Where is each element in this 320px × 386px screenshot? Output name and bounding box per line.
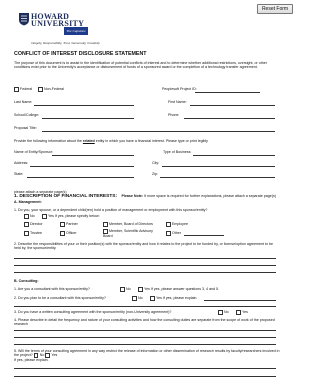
section-b-q5-line-2[interactable]	[14, 376, 276, 377]
role-trustee-checkbox[interactable]	[24, 231, 29, 236]
role-employee[interactable]: Employee	[166, 222, 188, 227]
business-type-input[interactable]	[193, 155, 275, 156]
section-b-q1: 1. Are you a consultant with this sponso…	[14, 287, 90, 291]
section-a-q2-line-3[interactable]	[14, 272, 276, 273]
section1-heading: 1. DESCRIPTION OF FINANCIAL INTERESTS:	[14, 194, 118, 199]
section-b-q1-no-checkbox[interactable]	[120, 287, 125, 292]
business-type-label: Type of Business:	[163, 150, 192, 154]
address-label: Address:	[14, 161, 29, 165]
section-b-q3-no[interactable]: No	[218, 310, 229, 315]
section-a-q2: 2. Describe the responsibilities of your…	[14, 242, 274, 251]
entity-intro: Provide the following information about …	[14, 139, 208, 143]
role-director-checkbox[interactable]	[24, 222, 29, 227]
section-b-q5-yes: Yes	[51, 353, 58, 358]
section-b-q2: 2. Do you plan to be a consultant with t…	[14, 296, 106, 300]
section-b-q4-line-1[interactable]	[14, 330, 276, 331]
section-b-q3-no-checkbox[interactable]	[218, 310, 223, 315]
zip-input[interactable]	[160, 177, 275, 178]
role-board-member[interactable]: Member, Board of Directors	[103, 222, 153, 227]
reset-form-button[interactable]: Reset Form	[257, 4, 293, 14]
section-a-q1-yes[interactable]: Yes If yes, please specify below:	[42, 214, 100, 219]
proposal-title-label: Proposal Title:	[14, 126, 37, 130]
role-other-input[interactable]	[184, 235, 224, 236]
last-name-input[interactable]	[34, 105, 134, 106]
page-title: CONFLICT OF INTEREST DISCLOSURE STATEMEN…	[14, 51, 147, 57]
first-name-label: First Name:	[168, 100, 187, 104]
section-a-q2-line-1[interactable]	[14, 258, 276, 259]
section-b-q1-no[interactable]: No	[120, 287, 131, 292]
address-input[interactable]	[30, 166, 134, 167]
section-b-q5-line-1[interactable]	[14, 368, 276, 369]
section-b-q2-no[interactable]: No	[132, 296, 143, 301]
section-a-q1: 1. Do you, your spouse, or a dependent c…	[14, 208, 208, 212]
state-label: State:	[14, 172, 24, 176]
role-officer-checkbox[interactable]	[60, 231, 65, 236]
section-b-q2-line[interactable]	[14, 306, 276, 307]
federal-option[interactable]: Federal	[14, 87, 32, 92]
school-input[interactable]	[42, 118, 134, 119]
section1-note-label: Please Note:	[121, 194, 144, 198]
project-id-input[interactable]	[195, 92, 260, 93]
section-b-q2-input[interactable]	[204, 300, 276, 301]
section-b-q4-line-2[interactable]	[14, 337, 276, 338]
section-a-label: A. Management:	[14, 200, 42, 204]
federal-checkbox[interactable]	[14, 87, 19, 92]
section-a-q1-no-checkbox[interactable]	[24, 214, 29, 219]
purpose-paragraph: The purpose of this document is to assis…	[14, 61, 267, 70]
last-name-label: Last Name:	[14, 100, 33, 104]
section-b-q3-yes[interactable]: Yes	[236, 310, 248, 315]
nonfederal-label: Non-Federal	[44, 87, 64, 92]
section-b-q2-yes-checkbox[interactable]	[150, 296, 155, 301]
entity-name-label: Name of Entity/Sponsor:	[14, 150, 53, 154]
nonfederal-option[interactable]: Non-Federal	[38, 87, 64, 92]
city-input[interactable]	[162, 166, 275, 167]
section-b-q2-no-checkbox[interactable]	[132, 296, 137, 301]
section-b-q4: 4. Please describe in detail the frequen…	[14, 318, 275, 327]
role-trustee[interactable]: Trustee	[24, 231, 42, 236]
phone-label: Phone:	[168, 113, 180, 117]
role-partner-checkbox[interactable]	[60, 222, 65, 227]
city-label: City:	[152, 161, 160, 165]
section-b-q3-yes-checkbox[interactable]	[236, 310, 241, 315]
section1-note: If more space is required for further ex…	[143, 194, 276, 198]
section-b-q2-yes[interactable]: Yes If yes, please explain.	[150, 296, 197, 301]
section-b-q5-tail: If yes, please explain.	[14, 358, 49, 362]
phone-input[interactable]	[184, 118, 275, 119]
university-seal-icon	[19, 13, 29, 26]
role-officer[interactable]: Officer	[60, 231, 77, 236]
role-board-member-checkbox[interactable]	[103, 222, 108, 227]
section-b-q3: 3. Do you have a written consulting agre…	[14, 310, 172, 314]
zip-label: Zip:	[152, 172, 158, 176]
section-b-q1-yes[interactable]: Yes If yes, please answer questions 3, 4…	[138, 287, 219, 292]
proposal-title-input[interactable]	[42, 131, 275, 132]
section-a-q2-line-2[interactable]	[14, 265, 276, 266]
section-a-q1-yes-checkbox[interactable]	[42, 214, 47, 219]
role-other[interactable]: Other	[166, 231, 181, 236]
section-b-q4-line-3[interactable]	[14, 344, 276, 345]
state-input[interactable]	[27, 177, 134, 178]
section-a-q1-no[interactable]: No	[24, 214, 35, 219]
role-other-checkbox[interactable]	[166, 231, 171, 236]
capstone-banner: The Capstone	[64, 27, 88, 35]
tagline: Integrity, Responsibility, Trust, Genero…	[31, 41, 100, 45]
role-partner[interactable]: Partner	[60, 222, 78, 227]
section-b-q5-no: No	[39, 353, 45, 358]
school-label: School/College:	[14, 113, 40, 117]
section-b-label: B. Consulting:	[14, 279, 39, 283]
section1-note-cont: please attach a separate page(s)	[14, 190, 67, 194]
section-b-q5: 5. Will the terms of your consulting agr…	[14, 349, 280, 358]
nonfederal-checkbox[interactable]	[38, 87, 43, 92]
role-employee-checkbox[interactable]	[166, 222, 171, 227]
section-b-q1-yes-checkbox[interactable]	[138, 287, 143, 292]
role-director[interactable]: Director	[24, 222, 43, 227]
entity-name-input[interactable]	[52, 155, 134, 156]
project-id-label: Peoplesoft Project ID:	[162, 87, 197, 91]
role-advisory-board[interactable]: Member, Scientific Advisory Board	[103, 229, 161, 238]
first-name-input[interactable]	[190, 105, 275, 106]
federal-label: Federal	[20, 87, 33, 92]
